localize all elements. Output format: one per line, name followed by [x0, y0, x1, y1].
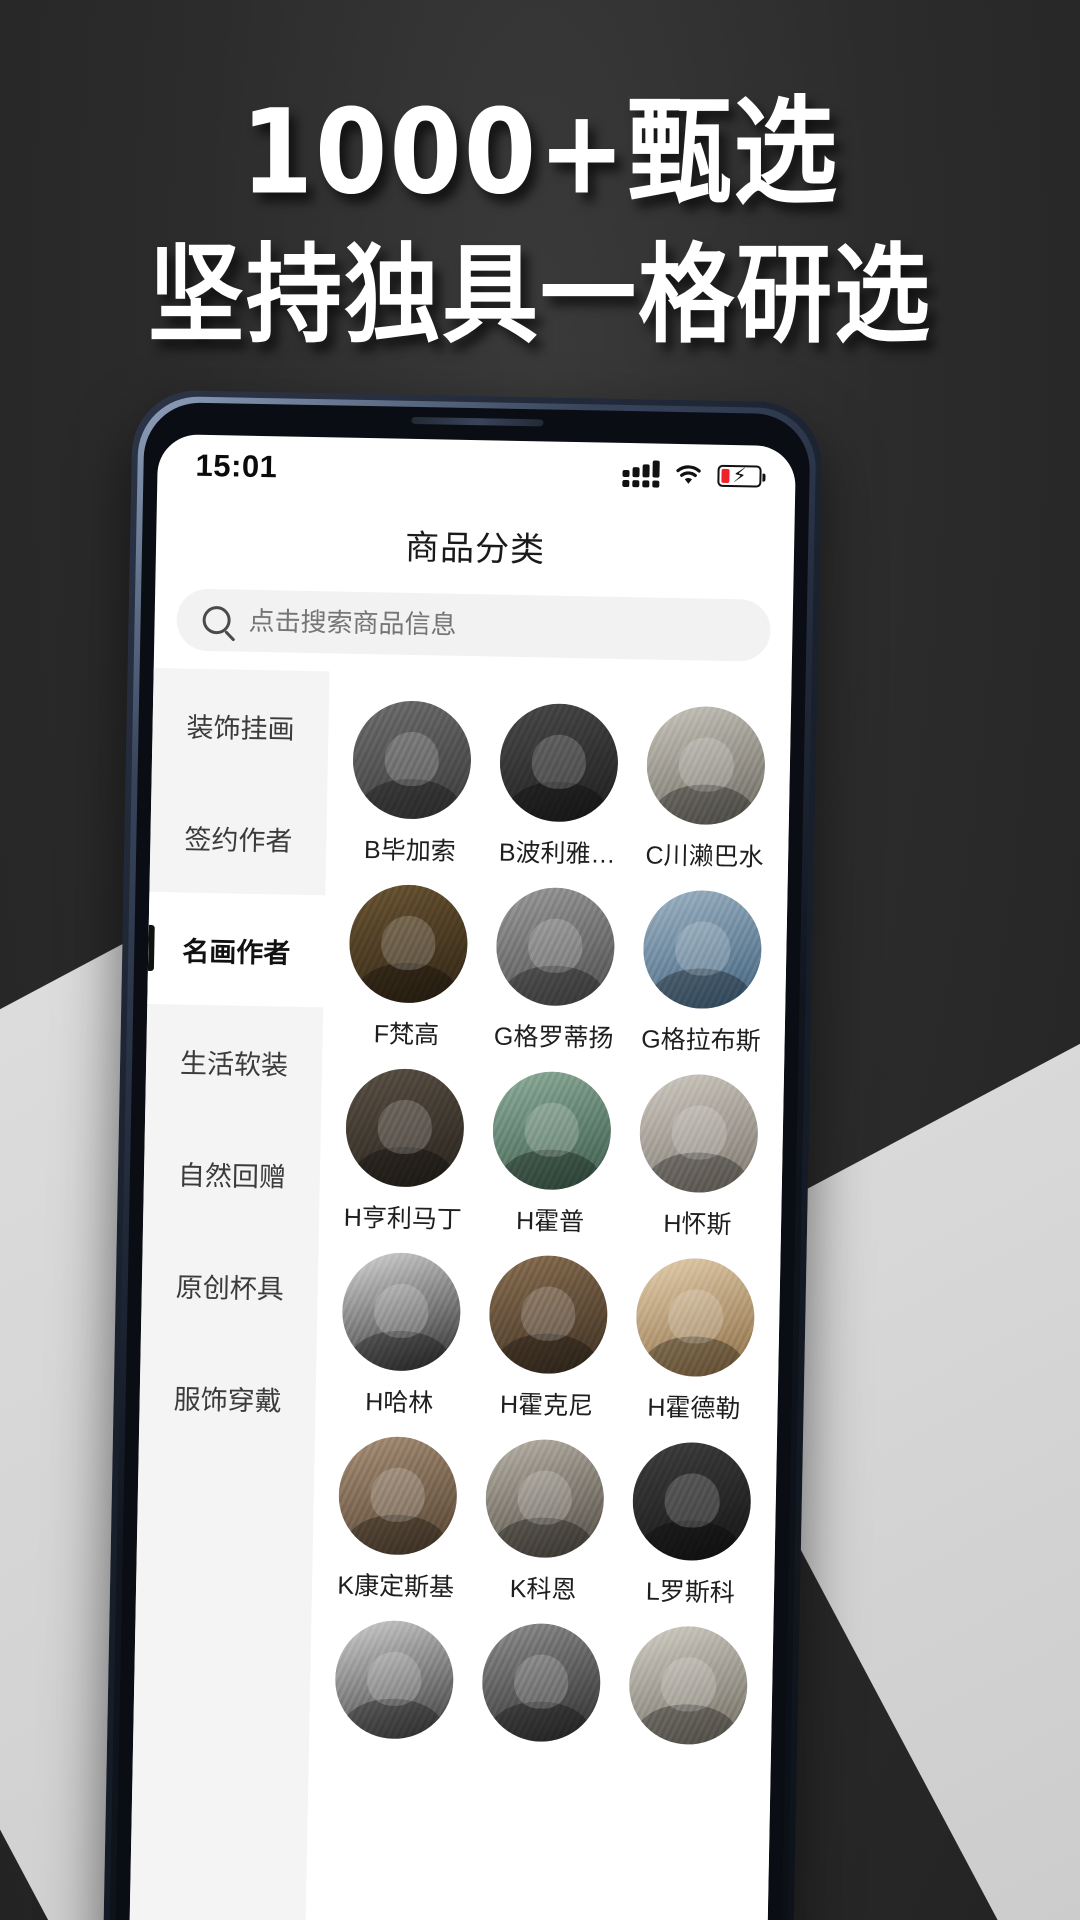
sidebar-item-label: 名画作者: [181, 936, 291, 969]
artist-avatar: [498, 702, 620, 823]
artist-name: G格拉布斯: [640, 1025, 761, 1056]
artist-avatar: [347, 883, 469, 1005]
artist-cell[interactable]: B毕加索: [336, 688, 487, 869]
artist-avatar: [344, 1067, 465, 1188]
artist-name: H哈林: [364, 1388, 434, 1418]
artist-avatar: [340, 1251, 462, 1372]
artist-cell[interactable]: H怀斯: [623, 1061, 774, 1242]
search-section: [154, 582, 794, 680]
artist-avatar: [639, 1073, 760, 1194]
sidebar-item-label: 原创杯具: [175, 1272, 285, 1305]
artist-avatar: [337, 1435, 458, 1556]
artist-grid[interactable]: B毕加索 B波利雅… C川濑巴水 F梵高 G格罗蒂扬 G格拉布斯 H亨利马丁 H霍普 H怀斯 H哈…: [305, 671, 792, 1920]
artist-cell[interactable]: H霍普: [476, 1058, 627, 1239]
artist-cell[interactable]: F梵高: [332, 872, 483, 1053]
artist-avatar: [642, 889, 763, 1010]
artist-avatar: [646, 705, 767, 826]
phone-screen: 15:01 ⚡ 商品分类 点击搜索商品信息 装饰挂画 签约作者 名画作者 生活软…: [129, 434, 797, 1920]
page-title: 商品分类: [404, 528, 546, 569]
artist-avatar: [481, 1622, 602, 1743]
artist-cell[interactable]: G格罗蒂扬: [480, 874, 631, 1055]
promo-headline: 1000+甄选 坚持独具一格研选: [0, 89, 1080, 353]
artist-name: H霍普: [515, 1207, 585, 1237]
artist-name: G格罗蒂扬: [493, 1022, 614, 1053]
artist-avatar: [333, 1619, 455, 1740]
status-icons: ⚡: [622, 460, 762, 490]
phone-mockup: 15:01 ⚡ 商品分类 点击搜索商品信息 装饰挂画 签约作者 名画作者 生活软…: [103, 389, 823, 1920]
artist-cell[interactable]: H哈林: [325, 1239, 476, 1420]
sidebar-item-label: 签约作者: [184, 824, 293, 857]
artist-name: L罗斯科: [645, 1577, 736, 1608]
artist-name: H亨利马丁: [343, 1203, 463, 1234]
nav-bar: 商品分类: [155, 496, 795, 594]
artist-cell[interactable]: G格拉布斯: [627, 877, 778, 1058]
artist-cell[interactable]: [614, 1613, 764, 1758]
sidebar-item-label: 装饰挂画: [186, 712, 295, 745]
artist-name: B波利雅…: [498, 838, 616, 869]
artist-avatar: [631, 1441, 753, 1562]
promo-headline-line1: 1000+甄选: [240, 83, 840, 221]
artist-cell[interactable]: L罗斯科: [616, 1429, 767, 1610]
sidebar-item-0[interactable]: 装饰挂画: [152, 668, 330, 783]
artist-name: H怀斯: [663, 1209, 732, 1240]
artist-cell[interactable]: C川濑巴水: [631, 693, 782, 874]
sidebar-item-3[interactable]: 生活软装: [145, 1004, 323, 1119]
artist-cell[interactable]: H亨利马丁: [329, 1055, 480, 1236]
artist-name: B毕加索: [363, 836, 456, 866]
category-sidebar[interactable]: 装饰挂画签约作者名画作者生活软装自然回赠原创杯具服饰穿戴: [129, 667, 330, 1920]
sidebar-item-label: 生活软装: [179, 1048, 289, 1081]
artist-cell[interactable]: K康定斯基: [322, 1423, 473, 1604]
artist-name: H霍德勒: [647, 1393, 741, 1424]
artist-cell[interactable]: B波利雅…: [483, 690, 634, 871]
artist-name: C川濑巴水: [645, 841, 764, 872]
sidebar-item-4[interactable]: 自然回赠: [143, 1116, 321, 1231]
artist-avatar: [495, 886, 616, 1007]
artist-avatar: [484, 1438, 605, 1559]
artist-avatar: [488, 1254, 609, 1375]
artist-avatar: [635, 1257, 756, 1378]
sidebar-item-label: 自然回赠: [177, 1160, 287, 1193]
artist-cell[interactable]: [466, 1610, 616, 1755]
artist-cell[interactable]: [319, 1607, 469, 1752]
artist-cell[interactable]: H霍德勒: [620, 1245, 771, 1426]
artist-name: H霍克尼: [499, 1390, 594, 1421]
artist-avatar: [351, 699, 472, 821]
battery-charging-icon: ⚡: [717, 464, 762, 488]
sidebar-item-5[interactable]: 原创杯具: [141, 1228, 319, 1343]
promo-headline-line2: 坚持独具一格研选: [148, 232, 932, 358]
category-content: 装饰挂画签约作者名画作者生活软装自然回赠原创杯具服饰穿戴 B毕加索 B波利雅… C川…: [129, 667, 792, 1920]
artist-cell[interactable]: K科恩: [469, 1426, 620, 1607]
artist-avatar: [491, 1070, 612, 1191]
artist-name: K康定斯基: [337, 1571, 455, 1602]
signal-bars-icon: [622, 460, 660, 488]
artist-cell[interactable]: H霍克尼: [473, 1242, 624, 1423]
sidebar-item-6[interactable]: 服饰穿戴: [139, 1340, 317, 1455]
artist-name: K科恩: [509, 1574, 577, 1605]
search-icon: [202, 605, 231, 635]
wifi-icon: [676, 465, 701, 484]
search-bar[interactable]: [176, 588, 772, 662]
sidebar-item-2[interactable]: 名画作者: [147, 891, 326, 1008]
artist-name: F梵高: [373, 1020, 440, 1050]
sidebar-item-1[interactable]: 签约作者: [149, 780, 327, 895]
artist-avatar: [628, 1625, 749, 1746]
status-time: 15:01: [195, 447, 278, 485]
search-input[interactable]: [248, 605, 745, 646]
sidebar-item-label: 服饰穿戴: [173, 1383, 282, 1417]
